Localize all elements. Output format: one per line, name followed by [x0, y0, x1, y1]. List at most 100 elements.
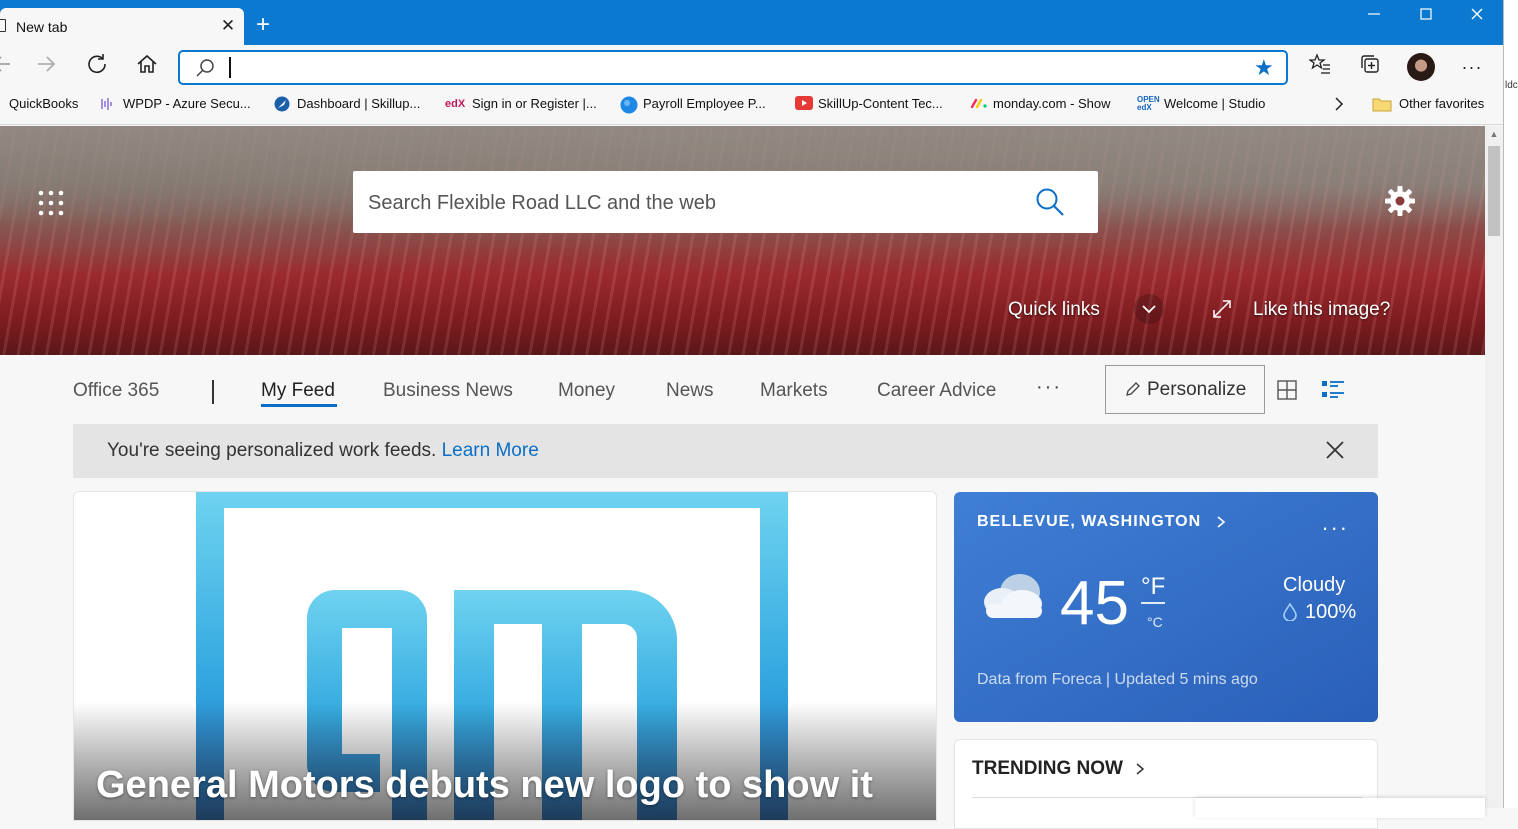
raindrop-icon	[1283, 602, 1297, 622]
window-close-icon[interactable]	[1464, 6, 1490, 28]
other-favorites-label: Other favorites	[1399, 96, 1485, 111]
favorite-item-quickbooks[interactable]: QuickBooks	[9, 94, 78, 114]
folder-icon	[1372, 96, 1392, 112]
open-edx-icon: OPEN edX	[1137, 94, 1160, 112]
web-search-input[interactable]	[368, 189, 1008, 217]
hero-background-image: Quick links Like this image?	[0, 126, 1485, 355]
collections-icon[interactable]	[1356, 53, 1384, 81]
youtube-icon	[795, 95, 813, 112]
close-icon[interactable]	[1323, 438, 1347, 462]
favorite-label: Welcome | Studio	[1164, 96, 1266, 111]
precipitation-value: 100%	[1305, 601, 1357, 623]
refresh-icon[interactable]	[84, 53, 110, 79]
chevron-right-icon	[1217, 516, 1225, 528]
adjacent-window-text: ldc	[1505, 80, 1518, 91]
page-icon	[0, 19, 6, 32]
weather-condition: Cloudy	[1283, 574, 1346, 596]
chevron-down-icon[interactable]	[1134, 294, 1164, 324]
active-tab-indicator	[261, 404, 337, 407]
tab-news[interactable]: News	[666, 380, 714, 402]
learn-more-link[interactable]: Learn More	[442, 440, 539, 461]
address-bar[interactable]: ★	[178, 50, 1288, 85]
home-icon[interactable]	[134, 53, 160, 79]
weather-location[interactable]: BELLEVUE, WASHINGTON	[977, 513, 1227, 531]
unit-fahrenheit-toggle[interactable]: °F	[1141, 574, 1166, 604]
weather-location-label: BELLEVUE, WASHINGTON	[977, 513, 1202, 530]
list-view-icon[interactable]	[1321, 379, 1345, 401]
text-caret	[229, 57, 231, 78]
favorite-label: SkillUp-Content Tec...	[818, 96, 943, 111]
back-icon[interactable]	[0, 53, 14, 79]
like-this-image-link[interactable]: Like this image?	[1253, 299, 1390, 321]
cloud-icon	[976, 570, 1048, 622]
notice-text: You're seeing personalized work feeds. L…	[107, 440, 539, 462]
trending-title[interactable]: TRENDING NOW	[972, 758, 1146, 780]
scrollbar-thumb[interactable]	[1488, 146, 1500, 236]
scroll-up-arrow-icon[interactable]: ▲	[1488, 129, 1500, 141]
maximize-icon[interactable]	[1413, 6, 1439, 28]
tab-separator	[212, 380, 214, 404]
rocket-icon	[274, 96, 290, 112]
tab-career-advice[interactable]: Career Advice	[877, 380, 996, 402]
pencil-icon	[1124, 380, 1142, 398]
favorite-label: Sign in or Register |...	[472, 96, 597, 111]
personalize-button[interactable]: Personalize	[1105, 365, 1265, 414]
other-favorites[interactable]: Other favorites	[1372, 94, 1484, 114]
notice-message: You're seeing personalized work feeds.	[107, 440, 437, 461]
quick-links-label[interactable]: Quick links	[1008, 299, 1100, 321]
tab-office-365[interactable]: Office 365	[73, 380, 159, 402]
globe-icon	[620, 96, 638, 114]
tab-markets[interactable]: Markets	[760, 380, 828, 402]
app-launcher-icon[interactable]	[36, 188, 66, 218]
gear-icon[interactable]	[1383, 184, 1417, 218]
expand-icon[interactable]	[1211, 298, 1233, 320]
grid-view-icon[interactable]	[1276, 379, 1298, 401]
favorite-item-studio[interactable]: OPEN edX Welcome | Studio	[1137, 94, 1265, 114]
address-input[interactable]	[226, 56, 1226, 79]
edx-logo-icon: edX	[445, 97, 466, 110]
favorite-star-icon[interactable]: ★	[1254, 56, 1274, 80]
web-search-box[interactable]	[353, 171, 1098, 233]
weather-card[interactable]: BELLEVUE, WASHINGTON ... 45 °F °C Cloudy…	[954, 492, 1378, 722]
close-tab-icon[interactable]: ✕	[218, 16, 238, 36]
favorite-label: Payroll Employee P...	[643, 96, 766, 111]
trending-title-label: TRENDING NOW	[972, 758, 1123, 779]
temperature-value: 45	[1060, 569, 1129, 638]
unit-celsius-toggle[interactable]: °C	[1147, 614, 1163, 630]
address-search-icon	[194, 57, 216, 79]
more-tabs-button[interactable]: ···	[1036, 376, 1062, 399]
personalize-label: Personalize	[1147, 379, 1247, 400]
settings-more-icon[interactable]: ···	[1458, 53, 1486, 81]
minimize-icon[interactable]	[1361, 6, 1387, 28]
profile-avatar[interactable]	[1407, 53, 1435, 81]
favorite-item-payroll[interactable]: Payroll Employee P...	[620, 94, 766, 114]
new-tab-button[interactable]: +	[252, 13, 274, 39]
favorite-item-wpdp[interactable]: WPDP - Azure Secu...	[100, 94, 251, 114]
weather-source: Data from Foreca | Updated 5 mins ago	[977, 671, 1258, 688]
favorites-overflow-chevron-icon[interactable]	[1331, 94, 1347, 114]
adjacent-window-edge: ldc	[1503, 0, 1518, 808]
favorites-icon[interactable]	[1306, 53, 1334, 81]
favorite-label: QuickBooks	[9, 96, 79, 111]
tab-money[interactable]: Money	[558, 380, 615, 402]
title-bar: New tab ✕ +	[0, 0, 1503, 45]
tab-title: New tab	[16, 19, 68, 35]
forward-icon[interactable]	[34, 53, 60, 79]
personalized-feed-notice: You're seeing personalized work feeds. L…	[73, 424, 1378, 478]
weather-more-icon[interactable]: ...	[1322, 510, 1349, 536]
tab-my-feed[interactable]: My Feed	[261, 380, 335, 402]
waveform-icon	[100, 96, 116, 112]
article-title[interactable]: General Motors debuts new logo to show i…	[96, 764, 873, 807]
search-icon[interactable]	[1033, 185, 1067, 219]
article-card[interactable]: General Motors debuts new logo to show i…	[73, 491, 937, 821]
tab-business-news[interactable]: Business News	[383, 380, 513, 402]
feedback-panel-edge	[1195, 798, 1485, 818]
favorite-item-dashboard[interactable]: Dashboard | Skillup...	[274, 94, 420, 114]
chevron-right-icon	[1136, 763, 1145, 775]
favorite-item-skillup[interactable]: SkillUp-Content Tec...	[795, 94, 943, 114]
monday-logo-icon	[970, 96, 987, 112]
favorite-item-monday[interactable]: monday.com - Show	[970, 94, 1111, 114]
favorite-label: WPDP - Azure Secu...	[123, 96, 251, 111]
favorite-label: Dashboard | Skillup...	[297, 96, 421, 111]
favorite-item-edx[interactable]: edX Sign in or Register |...	[445, 94, 597, 114]
